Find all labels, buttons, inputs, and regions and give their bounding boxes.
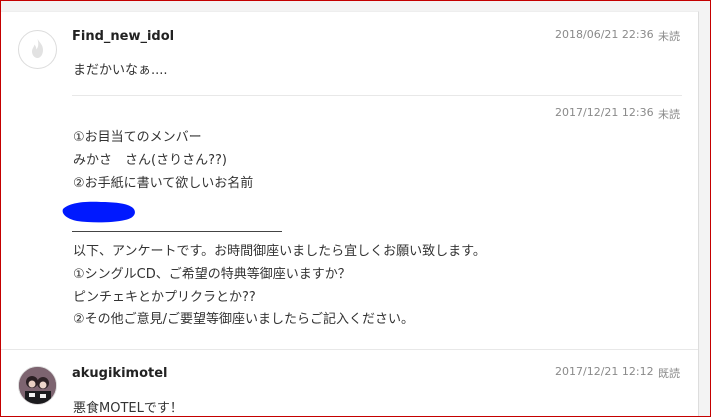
message-line: ①シングルCD、ご希望の特典等御座いますか？	[73, 266, 351, 282]
message-body: ①お目当てのメンバー みかさ さん(さりさん??) ②お手紙に書いて欲しいお名前…	[73, 127, 486, 332]
message-body: まだかいなぁ....	[73, 63, 168, 78]
sender-avatar[interactable]	[18, 366, 57, 405]
message-timestamp: 2018/06/21 22:36	[555, 28, 654, 41]
message-line: ピンチェキとかプリクラとか??	[73, 289, 256, 305]
screenshot-frame: Find_new_idol 2018/06/21 22:36 未読 まだかいなぁ…	[0, 0, 711, 417]
redaction-mark	[62, 201, 135, 223]
message-line: 以下、アンケートです。お時間御座いましたら宜しくお願い致します。	[73, 243, 486, 259]
name-underline	[72, 231, 282, 232]
sender-name[interactable]: Find_new_idol	[72, 29, 174, 44]
message-divider	[1, 349, 698, 350]
message-timestamp: 2017/12/21 12:36	[555, 106, 654, 119]
message-divider	[72, 95, 682, 96]
read-status: 既読	[658, 367, 680, 380]
message-line: ①お目当てのメンバー	[73, 130, 202, 145]
message-line: ②その他ご意見/ご要望等御座いましたらご記入ください。	[73, 312, 415, 328]
read-status: 未読	[658, 108, 680, 121]
message-line: ②お手紙に書いて欲しいお名前	[73, 175, 254, 191]
sender-avatar[interactable]	[18, 30, 57, 69]
sender-name[interactable]: akugikimotel	[72, 366, 168, 381]
message-timestamp: 2017/12/21 12:12	[555, 365, 654, 378]
user-photo-icon	[19, 367, 56, 404]
message-line: みかさ さん(さりさん??)	[73, 152, 227, 168]
message-list: Find_new_idol 2018/06/21 22:36 未読 まだかいなぁ…	[1, 11, 699, 416]
flame-icon	[32, 39, 43, 58]
read-status: 未読	[658, 30, 680, 43]
message-body: 悪食MOTELです！	[73, 401, 183, 416]
